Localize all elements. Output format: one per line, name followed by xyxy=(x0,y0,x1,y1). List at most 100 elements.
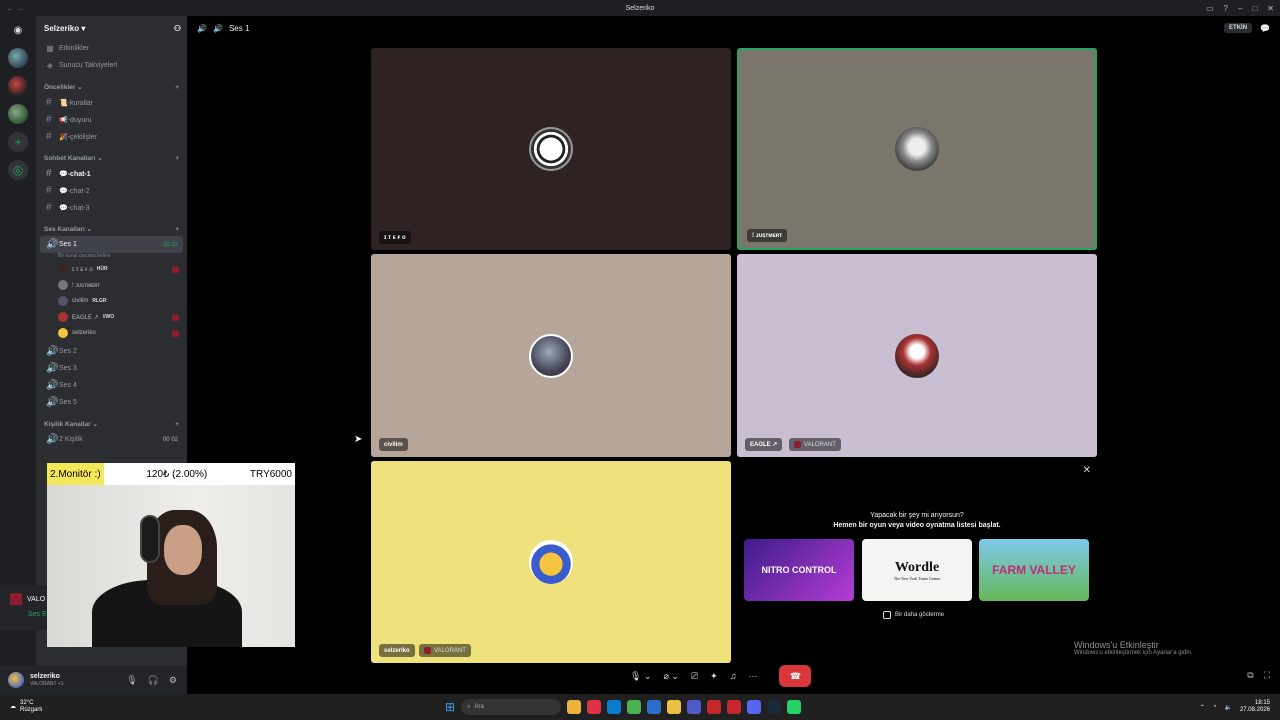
channel-status-hint[interactable]: Bir kanal durumu belirle xyxy=(36,253,187,261)
camera-off-icon[interactable]: ⌀ ⌄ xyxy=(663,671,678,682)
voice-channel[interactable]: 🔊 2 Kişilik 00 02 xyxy=(40,431,183,448)
voice-user[interactable]: ɪ ᴛ ᴇ ꜰ ᴏ HÜR xyxy=(36,261,187,277)
text-channel[interactable]: # 📢-duyuru xyxy=(40,111,183,128)
voice-channel[interactable]: 🔊 Ses 2 xyxy=(40,343,183,360)
voice-user[interactable]: ! ᴊᴜꜱᴛᴍᴇʀᴛ xyxy=(36,277,187,293)
fullscreen-icon[interactable]: ⛶ xyxy=(1264,670,1270,681)
discord-home-icon[interactable]: ◉ xyxy=(8,20,28,40)
video-tile[interactable]: ɪ ᴛ ᴇ ꜰ ᴏ xyxy=(371,48,731,250)
activity-card-farm[interactable]: FARM VALLEY xyxy=(979,539,1089,601)
activity-card-nitro[interactable]: NITRO CONTROL xyxy=(744,539,854,601)
server-header[interactable]: Selzeriko ▾ ⚇ xyxy=(36,16,187,40)
screen-share-icon[interactable]: ⎚ xyxy=(691,671,698,682)
valorant-icon[interactable] xyxy=(727,700,742,714)
file-explorer-icon[interactable] xyxy=(667,700,682,714)
checkbox[interactable] xyxy=(883,611,891,619)
edge-icon[interactable] xyxy=(607,700,622,714)
username: selzeriko xyxy=(30,673,60,680)
activity-card-wordle[interactable]: Wordle The New York Times Games xyxy=(862,539,972,601)
user-status: VALORANT +1 xyxy=(30,681,64,687)
dont-show-again[interactable]: Bir daha gösterme xyxy=(883,611,944,619)
etkin-badge[interactable]: ETKİN xyxy=(1224,23,1253,33)
participant-name: civilim xyxy=(379,438,408,451)
text-channel[interactable]: # 🎉-çekilişler xyxy=(40,128,183,145)
voice-channel[interactable]: 🔊 Ses 4 xyxy=(40,377,183,394)
voice-channel-active[interactable]: 🔊 Ses 1 32:22 xyxy=(40,236,183,253)
app-icon[interactable] xyxy=(587,700,602,714)
steam-icon[interactable] xyxy=(767,700,782,714)
call-timer: 32:22 xyxy=(162,241,178,248)
disconnect-button[interactable]: ☎ xyxy=(779,665,812,687)
mail-icon[interactable] xyxy=(647,700,662,714)
inbox-icon[interactable]: ▭ xyxy=(1206,4,1214,13)
discord-icon[interactable] xyxy=(747,700,762,714)
video-tile[interactable]: EAGLE ↗ VALORANT xyxy=(737,254,1097,457)
calendar-icon: ▦ xyxy=(46,44,54,53)
category-header[interactable]: Öncelikler ⌄ + xyxy=(36,80,187,94)
add-server-icon[interactable]: + xyxy=(8,132,28,152)
events-item[interactable]: ▦ Etkinlikler xyxy=(36,40,187,57)
taskbar-search[interactable]: ⌕ Ara xyxy=(461,699,562,715)
add-channel-icon[interactable]: + xyxy=(175,84,179,91)
teams-icon[interactable] xyxy=(687,700,702,714)
voice-channel[interactable]: 🔊 Ses 5 xyxy=(40,394,183,411)
activity-icon xyxy=(172,329,179,337)
video-tile-speaking[interactable]: ! ᴊᴜꜱᴛᴍᴇʀᴛ xyxy=(737,48,1097,250)
chrome-icon[interactable] xyxy=(627,700,642,714)
volume-icon[interactable]: 🔈 xyxy=(1224,704,1231,711)
avatar[interactable] xyxy=(8,672,24,688)
voice-user[interactable]: selzeriko xyxy=(36,325,187,341)
video-tile[interactable]: selzeriko VALORANT xyxy=(371,461,731,663)
category-header[interactable]: Kişilik Kanallar ⌄ + xyxy=(36,417,187,431)
text-channel[interactable]: # 📜-kurallar xyxy=(40,94,183,111)
add-channel-icon[interactable]: + xyxy=(175,155,179,162)
voice-user[interactable]: civilim RLGR xyxy=(36,293,187,309)
user-panel: selzeriko VALORANT +1 🎙 🎧 ⚙ xyxy=(0,666,187,694)
clock[interactable]: 18:15 27.08.2026 xyxy=(1240,700,1270,714)
activities-icon[interactable]: ✦ xyxy=(710,671,718,682)
more-icon[interactable]: ⋯ xyxy=(748,671,757,682)
server-icon[interactable] xyxy=(8,104,28,124)
soundboard-icon[interactable]: ♫ xyxy=(730,671,737,681)
microphone-icon[interactable]: 🎙 ⌄ xyxy=(630,671,651,682)
popout-icon[interactable]: ⧉ xyxy=(1247,670,1253,681)
headphones-icon[interactable]: 🎧 xyxy=(148,675,159,686)
speaker-icon: 🔊 xyxy=(212,23,223,33)
maximize-icon[interactable]: □ xyxy=(1252,4,1257,13)
explore-icon[interactable]: ◎ xyxy=(8,160,28,180)
boosts-item[interactable]: ◈ Sunucu Takviyeleri xyxy=(36,57,187,74)
text-channel[interactable]: # 💬-chat-3 xyxy=(40,199,183,216)
server-icon[interactable] xyxy=(8,48,28,68)
chevron-up-icon[interactable]: ⌃ xyxy=(1200,704,1205,711)
text-channel[interactable]: # 💬-chat-1 xyxy=(40,165,183,182)
hang-up-icon: ☎ xyxy=(789,670,802,681)
category-header[interactable]: Sohbet Kanalları ⌄ + xyxy=(36,151,187,165)
chat-icon[interactable]: 💬 xyxy=(1260,24,1270,33)
help-icon[interactable]: ? xyxy=(1224,4,1228,13)
whatsapp-icon[interactable] xyxy=(787,700,802,714)
close-icon[interactable]: ✕ xyxy=(1083,465,1091,476)
add-channel-icon[interactable]: + xyxy=(175,421,179,428)
settings-gear-icon[interactable]: ⚙ xyxy=(169,675,177,686)
add-member-icon[interactable]: ⚇ xyxy=(174,24,181,33)
close-icon[interactable]: ✕ xyxy=(1267,4,1274,13)
weather-widget[interactable]: ☁ 32°C Rüzgarlı xyxy=(10,700,42,714)
add-channel-icon[interactable]: + xyxy=(175,226,179,233)
avatar xyxy=(895,127,939,171)
windows-start-icon[interactable]: ⊞ xyxy=(445,700,455,714)
avatar xyxy=(58,328,68,338)
voice-channel[interactable]: 🔊 Ses 3 xyxy=(40,360,183,377)
video-tile[interactable]: civilim xyxy=(371,254,731,457)
text-channel[interactable]: # 💬-chat-2 xyxy=(40,182,183,199)
back-forward-icon[interactable]: ← → xyxy=(6,4,24,13)
network-icon[interactable]: ◔ xyxy=(1213,704,1217,710)
chrome-icon[interactable] xyxy=(567,700,582,714)
minimize-icon[interactable]: – xyxy=(1238,4,1242,13)
headset-icon xyxy=(140,515,160,563)
server-icon[interactable] xyxy=(8,76,28,96)
app-icon[interactable] xyxy=(707,700,722,714)
voice-user[interactable]: EAGLE ↗//WO xyxy=(36,309,187,325)
category-header[interactable]: Ses Kanalları ⌄ + xyxy=(36,222,187,236)
webcam-image xyxy=(47,485,295,647)
microphone-icon[interactable]: 🎙 xyxy=(126,675,137,686)
